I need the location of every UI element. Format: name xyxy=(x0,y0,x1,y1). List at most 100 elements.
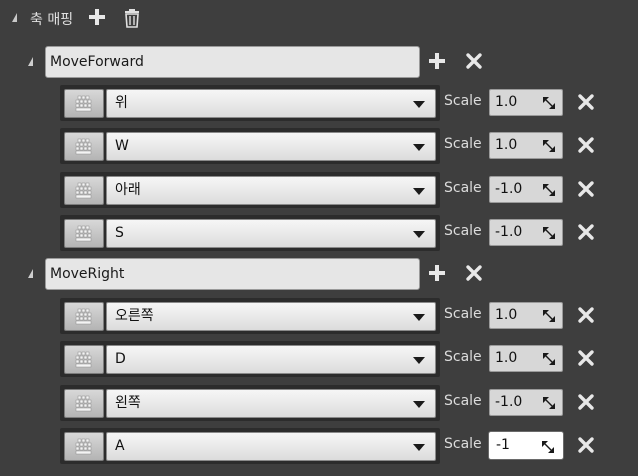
remove-mapping-close-icon[interactable] xyxy=(577,393,595,411)
dropdown-arrow-icon xyxy=(413,314,425,321)
key-selector-button[interactable] xyxy=(64,389,104,418)
remove-mapping-close-icon[interactable] xyxy=(577,349,595,367)
scale-input[interactable]: 1.0 xyxy=(489,89,563,116)
scale-input[interactable]: 1.0 xyxy=(489,132,563,159)
axis-mappings-title: 축 매핑 xyxy=(30,12,74,28)
scale-value: -1 xyxy=(496,437,510,453)
scale-value: 1.0 xyxy=(495,94,518,110)
keyboard-icon xyxy=(75,225,92,242)
scale-value: 1.0 xyxy=(495,137,518,153)
key-dropdown-value: A xyxy=(115,438,125,454)
scale-value: 1.0 xyxy=(495,350,518,366)
key-mapping-row: 아래 Scale -1.0 xyxy=(0,172,638,208)
drag-resize-icon[interactable] xyxy=(542,396,556,410)
keyboard-icon xyxy=(75,395,92,412)
key-mapping-row: 오른쪽 Scale 1.0 xyxy=(0,298,638,334)
key-mapping-row: S Scale -1.0 xyxy=(0,215,638,251)
remove-mapping-close-icon[interactable] xyxy=(577,136,595,154)
keyboard-icon xyxy=(75,95,92,112)
key-mapping-row: A Scale -1 xyxy=(0,428,638,464)
scale-label: Scale xyxy=(444,436,482,452)
remove-mapping-close-icon[interactable] xyxy=(577,223,595,241)
key-mapping-row: 위 Scale 1.0 xyxy=(0,85,638,121)
dropdown-arrow-icon xyxy=(413,444,425,451)
key-selector-button[interactable] xyxy=(64,176,104,205)
dropdown-arrow-icon xyxy=(413,231,425,238)
scale-label: Scale xyxy=(444,223,482,239)
key-dropdown[interactable]: 아래 xyxy=(106,176,436,205)
dropdown-arrow-icon xyxy=(413,188,425,195)
axis-group: MoveRight xyxy=(0,255,638,295)
scale-input[interactable]: 1.0 xyxy=(489,345,563,372)
keyboard-icon xyxy=(75,351,92,368)
axis-name-field[interactable]: MoveRight xyxy=(45,258,420,290)
key-mapping-row: D Scale 1.0 xyxy=(0,341,638,377)
collapse-triangle-icon[interactable] xyxy=(12,13,17,22)
key-dropdown[interactable]: A xyxy=(106,432,436,461)
scale-value: -1.0 xyxy=(495,224,523,240)
key-selector-button[interactable] xyxy=(64,302,104,331)
remove-mapping-close-icon[interactable] xyxy=(577,180,595,198)
key-dropdown[interactable]: D xyxy=(106,345,436,374)
axis-mappings-header: 축 매핑 xyxy=(0,0,638,38)
drag-resize-icon[interactable] xyxy=(542,183,556,197)
drag-resize-icon[interactable] xyxy=(541,440,555,454)
key-selector-button[interactable] xyxy=(64,432,104,461)
key-dropdown-value: 아래 xyxy=(115,182,141,198)
scale-value: -1.0 xyxy=(495,181,523,197)
key-dropdown-value: W xyxy=(115,138,129,154)
collapse-triangle-icon[interactable] xyxy=(28,269,33,278)
key-selector-button[interactable] xyxy=(64,132,104,161)
key-dropdown[interactable]: S xyxy=(106,219,436,248)
key-mapping-row: W Scale 1.0 xyxy=(0,128,638,164)
scale-label: Scale xyxy=(444,306,482,322)
axis-group: MoveForward xyxy=(0,43,638,83)
scale-input[interactable]: -1.0 xyxy=(489,219,563,246)
key-dropdown-value: D xyxy=(115,351,126,367)
scale-input[interactable]: -1.0 xyxy=(489,389,563,416)
key-selector-button[interactable] xyxy=(64,345,104,374)
remove-axis-close-icon[interactable] xyxy=(465,264,483,282)
dropdown-arrow-icon xyxy=(413,357,425,364)
keyboard-icon xyxy=(75,182,92,199)
add-mapping-plus-icon[interactable] xyxy=(428,52,446,70)
key-dropdown[interactable]: 오른쪽 xyxy=(106,302,436,331)
key-selector-button[interactable] xyxy=(64,219,104,248)
scale-label: Scale xyxy=(444,136,482,152)
plus-icon[interactable] xyxy=(88,7,106,27)
key-dropdown[interactable]: 위 xyxy=(106,89,436,118)
key-dropdown[interactable]: W xyxy=(106,132,436,161)
scale-label: Scale xyxy=(444,393,482,409)
dropdown-arrow-icon xyxy=(413,401,425,408)
drag-resize-icon[interactable] xyxy=(542,352,556,366)
key-selector-button[interactable] xyxy=(64,89,104,118)
drag-resize-icon[interactable] xyxy=(542,309,556,323)
collapse-triangle-icon[interactable] xyxy=(28,57,33,66)
key-dropdown[interactable]: 왼쪽 xyxy=(106,389,436,418)
scale-value: -1.0 xyxy=(495,394,523,410)
axis-name-field[interactable]: MoveForward xyxy=(45,46,420,78)
keyboard-icon xyxy=(75,438,92,455)
remove-mapping-close-icon[interactable] xyxy=(577,436,595,454)
dropdown-arrow-icon xyxy=(413,101,425,108)
key-dropdown-value: 오른쪽 xyxy=(115,308,154,324)
drag-resize-icon[interactable] xyxy=(542,226,556,240)
drag-resize-icon[interactable] xyxy=(542,139,556,153)
keyboard-icon xyxy=(75,138,92,155)
keyboard-icon xyxy=(75,308,92,325)
scale-input[interactable]: -1.0 xyxy=(489,176,563,203)
trash-icon[interactable] xyxy=(123,8,141,28)
add-mapping-plus-icon[interactable] xyxy=(428,264,446,282)
key-mapping-row: 왼쪽 Scale -1.0 xyxy=(0,385,638,421)
remove-mapping-close-icon[interactable] xyxy=(577,93,595,111)
key-dropdown-value: 왼쪽 xyxy=(115,395,141,411)
scale-input-focused[interactable]: -1 xyxy=(489,432,563,459)
dropdown-arrow-icon xyxy=(413,144,425,151)
drag-resize-icon[interactable] xyxy=(542,96,556,110)
key-dropdown-value: S xyxy=(115,225,124,241)
remove-mapping-close-icon[interactable] xyxy=(577,306,595,324)
remove-axis-close-icon[interactable] xyxy=(465,52,483,70)
scale-label: Scale xyxy=(444,349,482,365)
scale-input[interactable]: 1.0 xyxy=(489,302,563,329)
scale-value: 1.0 xyxy=(495,307,518,323)
